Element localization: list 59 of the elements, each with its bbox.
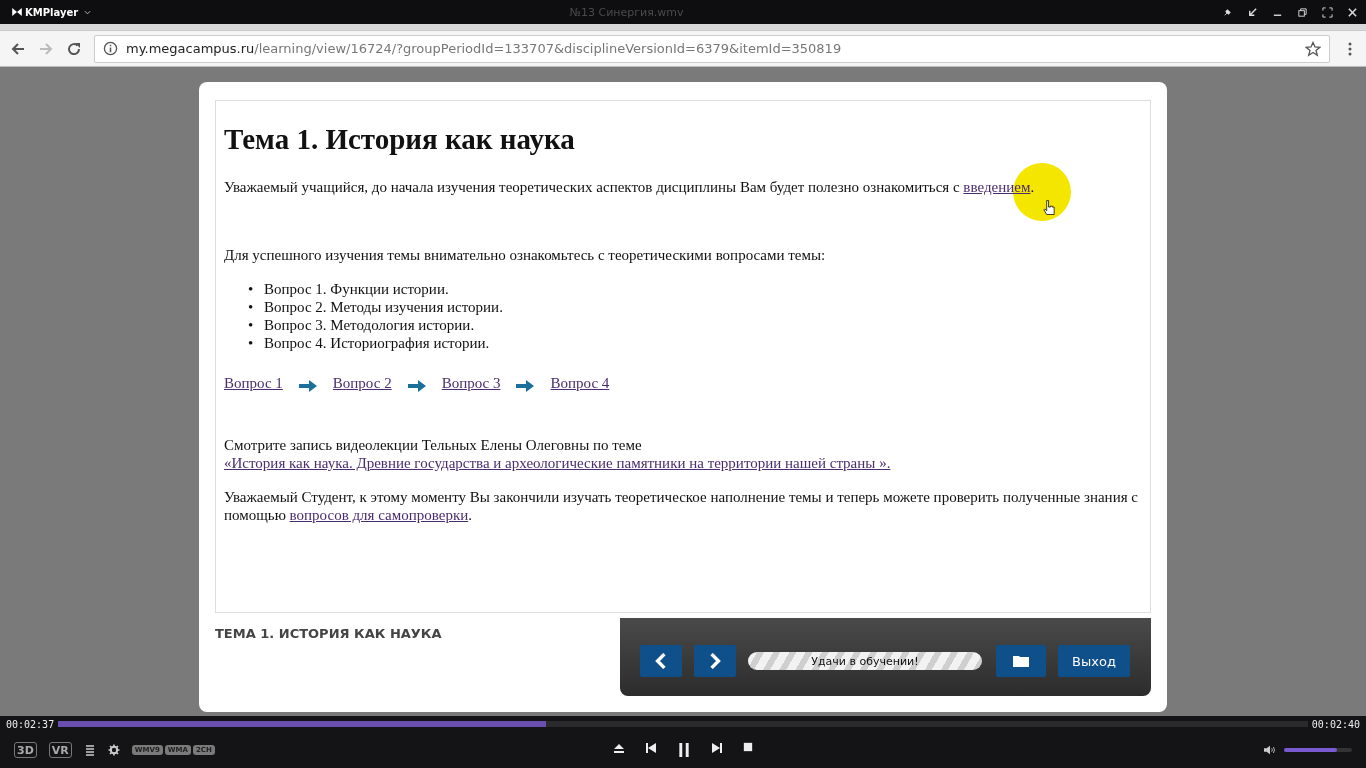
playlist-icon[interactable] [83,744,96,756]
total-time: 00:02:40 [1311,718,1360,730]
url-text: my.megacampus.ru/learning/view/16724/?groupPeriodId=133707&disciplineVersionId=6379&itemId=350819 [126,41,842,56]
close-icon[interactable] [1347,6,1358,18]
closing-paragraph: Уважаемый Студент, к этому моменту Вы закончили изучать теоретическое наполнение темы и теперь можете проверить полученные знания с помощью вопросов для самопроверки. [224,488,1139,524]
pause-icon[interactable] [677,742,691,758]
question-list-item: Вопрос 2. Методы изучения истории. [264,298,503,316]
speaker-icon[interactable] [1264,744,1276,756]
next-track-icon[interactable] [711,742,723,754]
question-link[interactable]: Вопрос 1 [224,375,283,392]
restore-icon[interactable] [1297,6,1308,18]
bowtie-logo-icon [12,8,22,16]
chevron-down-icon [84,9,92,15]
mode-button[interactable]: 3D [14,742,37,758]
folder-button[interactable] [996,645,1046,677]
next-button[interactable] [694,645,736,677]
question-link[interactable]: Вопрос 2 [332,375,392,392]
stop-icon[interactable] [743,742,753,752]
question-list-item: Вопрос 1. Функции истории. [264,280,449,298]
bullet: • [248,334,255,352]
chevron-right-icon [709,653,721,669]
app-menu[interactable]: KMPlayer [12,6,92,18]
bullet: • [248,280,255,298]
back-arrow-icon[interactable] [10,40,26,57]
menu-icon[interactable] [1348,40,1352,57]
window-title: №13 Синергия.wmv [568,5,685,19]
volume-slider[interactable] [1284,748,1352,752]
right-arrow-icon [407,380,426,392]
instruction-text: Для успешного изучения темы внимательно ознакомьтесь с теоретическими вопросами темы: [224,246,827,264]
lesson-title: Тема 1. История как наука [224,123,576,156]
lecture-paragraph: Смотрите запись видеолекции Тельных Елены Олеговны по теме «История как наука. Древние государства и археологические памятники на территории нашей страны ». [224,436,892,472]
right-arrow-icon [516,380,535,392]
arrow-icon[interactable] [1247,6,1258,18]
lecture-link[interactable]: «История как наука. Древние государства и археологические памятники на территории нашей страны ». [224,455,891,471]
hand-cursor-icon [1043,199,1056,217]
star-icon[interactable] [1305,40,1321,57]
reload-icon[interactable] [66,40,82,57]
question-list-item: Вопрос 4. Историография истории. [264,334,490,352]
message-text: Удачи в обучении! [811,654,919,668]
info-icon [103,41,118,56]
question-list-item: Вопрос 3. Методология истории. [264,316,475,334]
right-arrow-icon [298,380,317,392]
elapsed-time: 00:02:37 [6,718,55,730]
question-link[interactable]: Вопрос 3 [441,375,501,392]
previous-button[interactable] [640,645,682,677]
folder-icon [1013,655,1029,667]
question-link[interactable]: Вопрос 4 [550,375,610,392]
address-bar[interactable]: my.megacampus.ru/learning/view/16724/?groupPeriodId=133707&disciplineVersionId=6379&itemId=350819 [94,34,1330,63]
mode-button[interactable]: VR [48,742,72,758]
previous-track-icon[interactable] [645,742,657,754]
pin-icon[interactable] [1222,6,1233,18]
bullet: • [248,316,255,334]
bullet: • [248,298,255,316]
exit-button[interactable]: Выход [1058,645,1130,677]
eject-icon[interactable] [613,742,625,754]
fullscreen-icon[interactable] [1322,6,1333,18]
footer-title: ТЕМА 1. ИСТОРИЯ КАК НАУКА [215,625,442,643]
chevron-left-icon [655,653,667,669]
settings-icon[interactable] [107,744,120,756]
